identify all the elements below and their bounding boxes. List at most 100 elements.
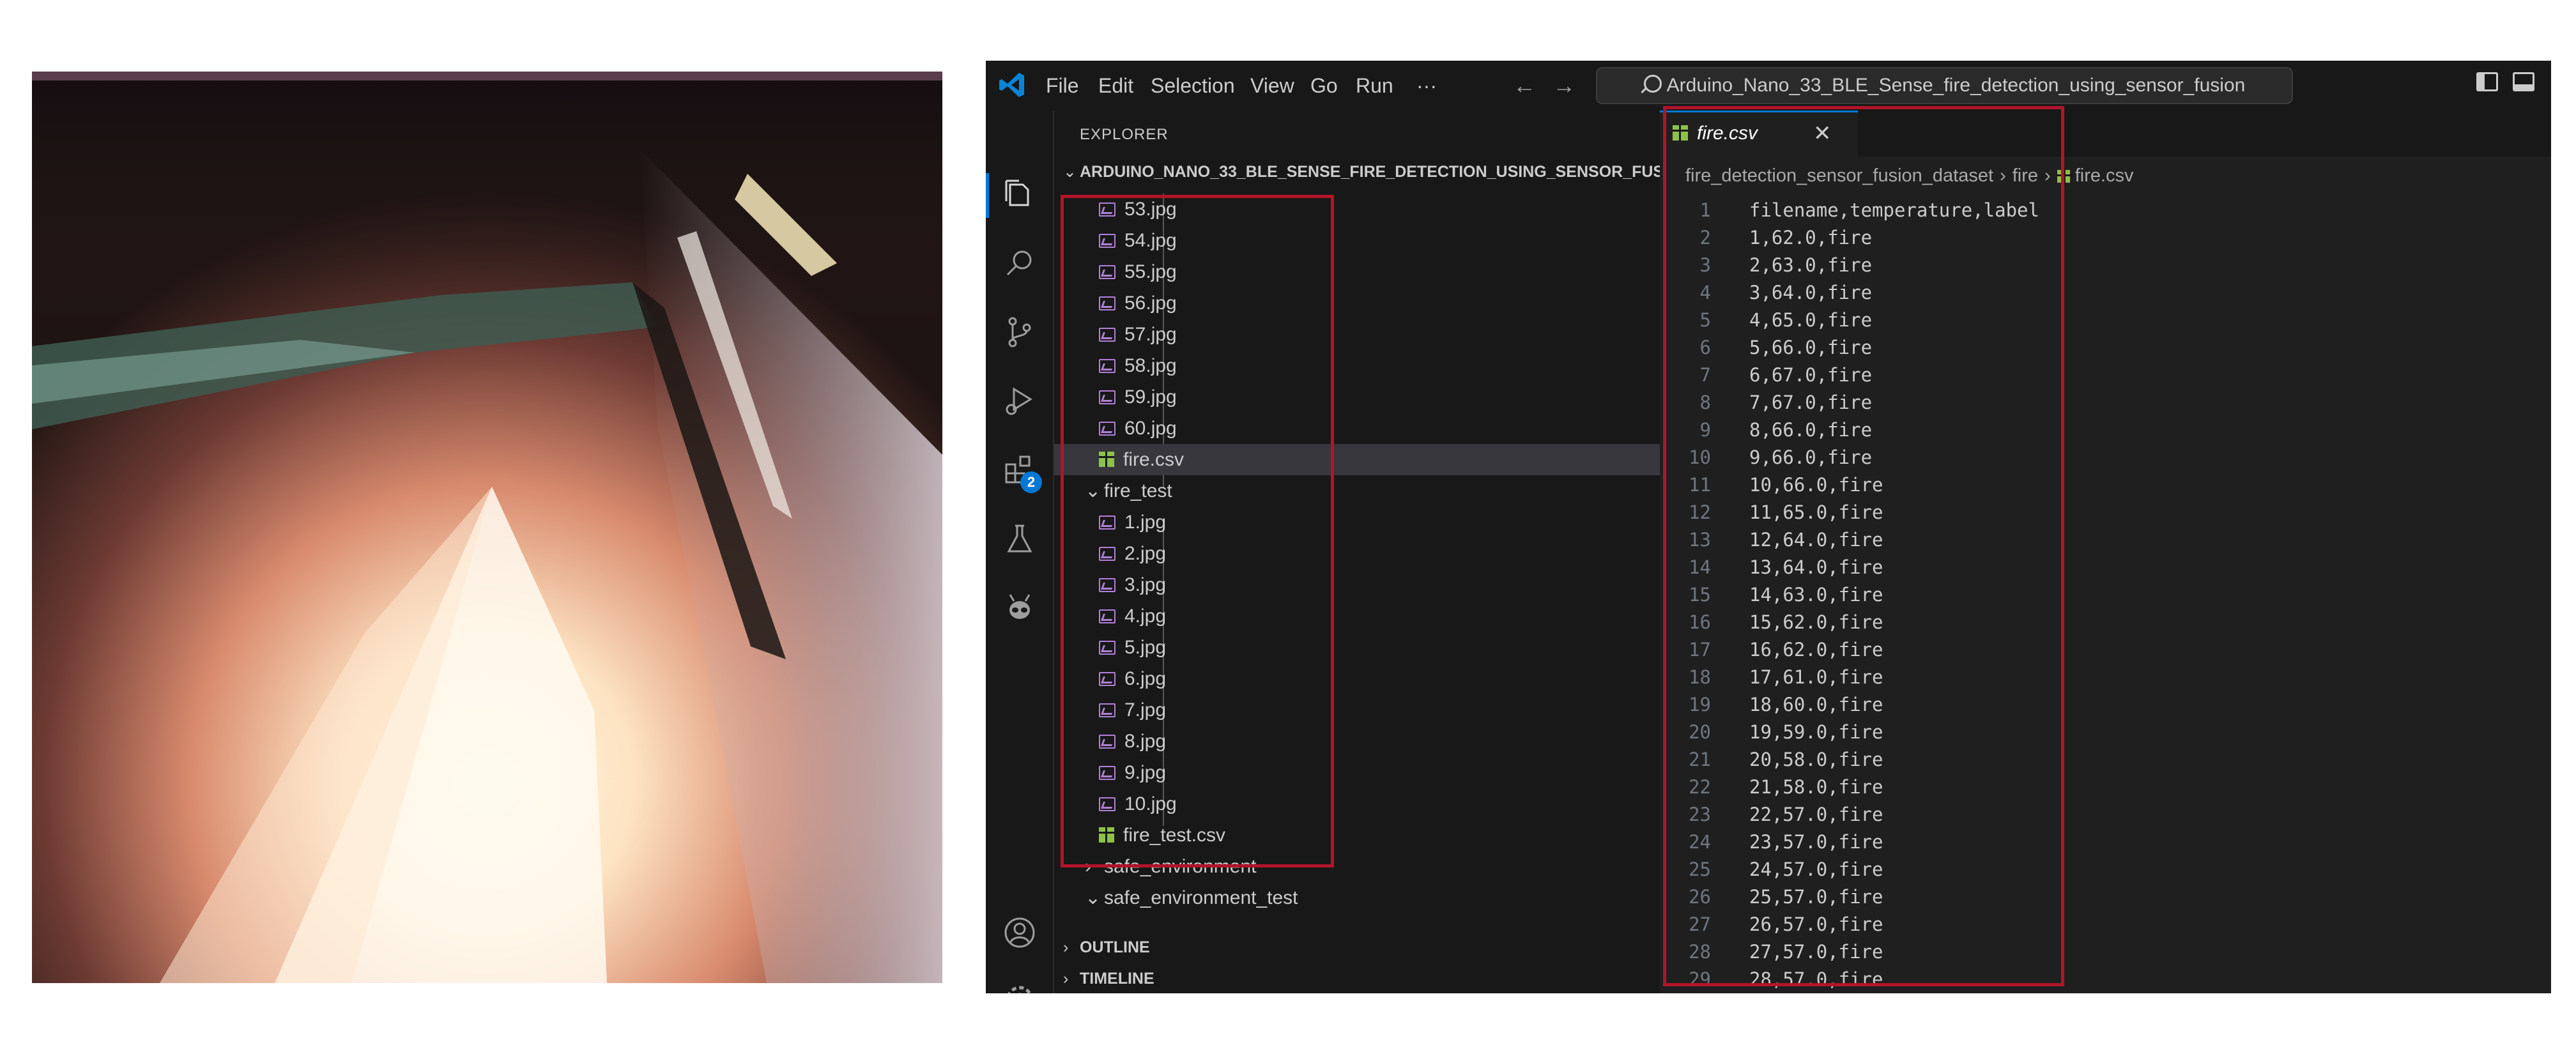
toggle-panel-icon[interactable] <box>2513 72 2534 91</box>
chevron-down-icon: ⌄ <box>1063 163 1077 181</box>
menu-go[interactable]: Go <box>1307 71 1342 100</box>
code-line: 11 10,66.0,fire <box>1660 471 2551 499</box>
project-section-header[interactable]: ⌄ ARDUINO_NANO_33_BLE_SENSE_FIRE_DETECTIO… <box>1063 157 1692 187</box>
line-text: 25,57.0,fire <box>1749 886 1883 908</box>
code-line: 23 22,57.0,fire <box>1660 801 2551 829</box>
code-line: 18 17,61.0,fire <box>1660 664 2551 691</box>
code-line: 22 21,58.0,fire <box>1660 774 2551 801</box>
back-arrow-icon[interactable]: ← <box>1513 71 1536 100</box>
code-line: 26 25,57.0,fire <box>1660 883 2551 911</box>
menu-edit[interactable]: Edit <box>1094 71 1137 100</box>
line-number: 10 <box>1689 447 1711 468</box>
line-text: 9,66.0,fire <box>1749 447 1873 468</box>
code-line: 10 9,66.0,fire <box>1660 444 2551 471</box>
tree-item-label: safe_environment <box>1104 856 1257 877</box>
gear-icon[interactable] <box>1001 981 1038 993</box>
line-number: 22 <box>1689 776 1711 798</box>
toggle-sidebar-icon[interactable] <box>2476 72 2498 91</box>
code-editor[interactable]: 1 filename,temperature,label 2 1,62.0,fire 3… <box>1660 197 2551 993</box>
breadcrumb-item[interactable]: fire <box>2012 165 2038 186</box>
tree-item-label: fire_test <box>1104 480 1172 501</box>
vscode-logo-icon <box>999 73 1024 97</box>
breadcrumb-item[interactable]: fire_detection_sensor_fusion_dataset <box>1685 165 1993 186</box>
forward-arrow-icon[interactable]: → <box>1552 71 1575 100</box>
chevron-down-icon: ⌄ <box>1085 480 1101 501</box>
line-number: 8 <box>1699 392 1711 413</box>
code-line: 17 16,62.0,fire <box>1660 636 2551 664</box>
line-text: 28,57.0,fire <box>1749 968 1883 990</box>
code-line: 5 4,65.0,fire <box>1660 307 2551 334</box>
account-icon[interactable] <box>1001 914 1038 951</box>
line-number: 17 <box>1689 639 1711 661</box>
run-debug-icon[interactable] <box>1001 383 1038 420</box>
testing-icon[interactable] <box>1001 521 1038 558</box>
image-file-icon <box>1099 390 1116 404</box>
line-number: 25 <box>1689 859 1711 880</box>
menu-file[interactable]: File <box>1042 71 1083 100</box>
csv-file-icon <box>1099 827 1114 843</box>
timeline-section-header[interactable]: › TIMELINE <box>1063 963 1154 993</box>
tree-item-label: 53.jpg <box>1124 199 1177 220</box>
tree-item-label: 55.jpg <box>1124 261 1177 282</box>
line-number: 13 <box>1689 529 1711 551</box>
line-text: 13,64.0,fire <box>1749 556 1883 578</box>
line-text: 12,64.0,fire <box>1749 529 1883 551</box>
close-icon[interactable]: ✕ <box>1813 112 1832 155</box>
search-icon[interactable] <box>1001 245 1038 282</box>
line-number: 24 <box>1689 831 1711 853</box>
alien-icon[interactable] <box>1001 590 1038 627</box>
tree-item-label: 57.jpg <box>1124 324 1177 345</box>
tree-item-label: fire.csv <box>1123 449 1184 470</box>
image-file-icon <box>1099 296 1116 310</box>
line-number: 12 <box>1689 501 1711 523</box>
code-line: 8 7,67.0,fire <box>1660 389 2551 416</box>
tab-fire-csv[interactable]: fire.csv ✕ <box>1660 111 1858 157</box>
activity-bar: 2 <box>986 111 1054 993</box>
tab-bar: fire.csv ✕ <box>1660 111 2551 157</box>
image-file-icon <box>1099 797 1116 811</box>
outline-section-header[interactable]: › OUTLINE <box>1063 932 1150 963</box>
menu-view[interactable]: View <box>1246 71 1298 100</box>
line-text: 5,66.0,fire <box>1749 337 1873 358</box>
line-number: 4 <box>1699 282 1711 303</box>
menu-more[interactable]: ··· <box>1413 71 1441 100</box>
line-text: 1,62.0,fire <box>1749 227 1873 248</box>
line-number: 19 <box>1689 694 1711 715</box>
line-number: 26 <box>1689 886 1711 908</box>
line-number: 18 <box>1689 666 1711 688</box>
line-number: 11 <box>1689 474 1711 496</box>
tree-item-label: 7.jpg <box>1124 699 1167 721</box>
vscode-window: File Edit Selection View Go Run ··· ← → … <box>986 61 2551 993</box>
tree-item-label: 8.jpg <box>1124 731 1167 752</box>
chevron-right-icon: › <box>1085 856 1091 877</box>
command-center-search[interactable]: Arduino_Nano_33_BLE_Sense_fire_detection… <box>1596 67 2293 104</box>
line-number: 9 <box>1699 419 1711 441</box>
line-text: 19,59.0,fire <box>1749 721 1883 743</box>
tree-item-label: 5.jpg <box>1124 637 1167 658</box>
tree-item-label: 59.jpg <box>1124 386 1177 408</box>
source-control-icon[interactable] <box>1001 314 1038 351</box>
image-file-icon <box>1099 547 1116 561</box>
tree-item-label: 56.jpg <box>1124 293 1177 314</box>
image-file-icon <box>1099 578 1116 592</box>
code-line: 9 8,66.0,fire <box>1660 416 2551 444</box>
tree-item-label: 2.jpg <box>1124 543 1167 564</box>
image-file-icon <box>1099 359 1116 373</box>
chevron-right-icon: › <box>2000 165 2006 186</box>
line-number: 29 <box>1689 968 1711 990</box>
title-bar: File Edit Selection View Go Run ··· ← → … <box>986 61 2551 112</box>
line-text: 3,64.0,fire <box>1749 282 1873 303</box>
tree-item-label: 6.jpg <box>1124 668 1167 689</box>
menu-run[interactable]: Run <box>1352 71 1397 100</box>
line-text: filename,temperature,label <box>1749 199 2039 221</box>
editor-area: fire.csv ✕ fire_detection_sensor_fusion_… <box>1660 111 2551 993</box>
line-text: 17,61.0,fire <box>1749 666 1883 688</box>
menu-selection[interactable]: Selection <box>1147 71 1239 100</box>
breadcrumb-item[interactable]: fire.csv <box>2075 165 2134 186</box>
explorer-icon[interactable] <box>1001 176 1038 213</box>
line-text: 16,62.0,fire <box>1749 639 1883 661</box>
image-file-icon <box>1099 202 1116 217</box>
code-line: 13 12,64.0,fire <box>1660 526 2551 554</box>
line-number: 2 <box>1699 227 1711 248</box>
breadcrumb: fire_detection_sensor_fusion_dataset › fir… <box>1685 163 2134 188</box>
